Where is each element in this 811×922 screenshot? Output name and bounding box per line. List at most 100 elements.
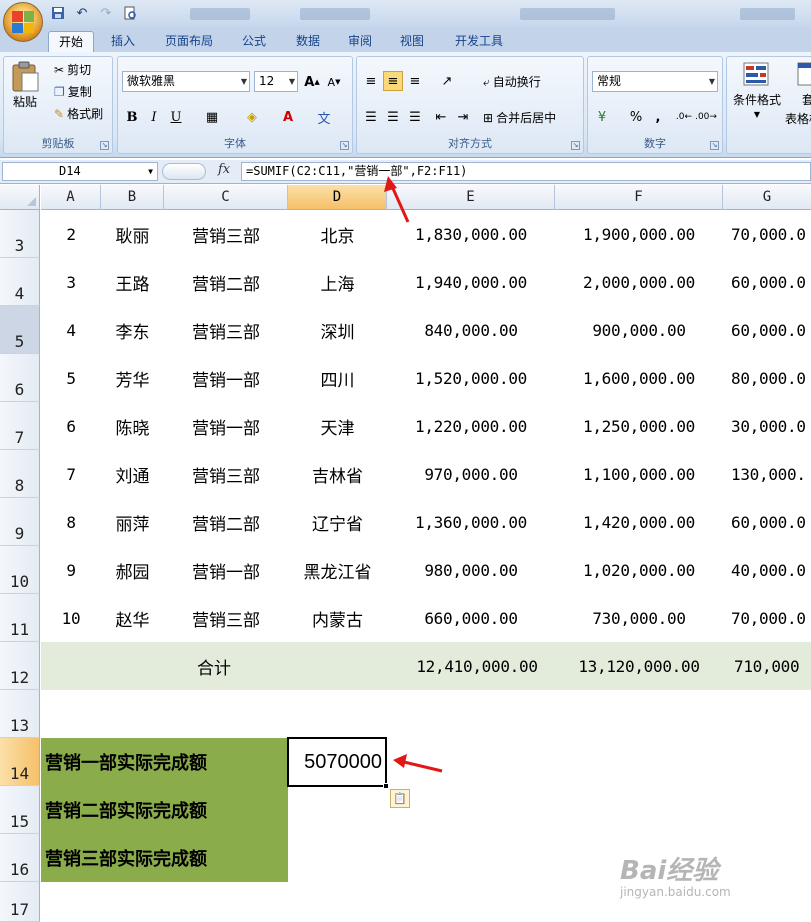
align-center-icon[interactable]: ☰ bbox=[383, 107, 403, 127]
table-cell[interactable]: 660,000.00 bbox=[387, 594, 555, 642]
row-header[interactable]: 12 bbox=[0, 642, 40, 690]
table-cell[interactable]: 北京 bbox=[288, 210, 387, 258]
alignment-launcher-icon[interactable]: ↘ bbox=[571, 141, 580, 150]
table-cell[interactable]: 1,420,000.00 bbox=[555, 498, 723, 546]
column-header-d[interactable]: D bbox=[288, 185, 387, 210]
clipboard-launcher-icon[interactable]: ↘ bbox=[100, 141, 109, 150]
office-button[interactable] bbox=[3, 2, 43, 42]
table-cell[interactable]: 730,000.00 bbox=[555, 594, 723, 642]
shrink-font-button[interactable]: A ▼ bbox=[324, 72, 344, 92]
column-header-c[interactable]: C bbox=[164, 185, 288, 210]
table-cell[interactable]: 900,000.00 bbox=[555, 306, 723, 354]
table-cell[interactable]: 1,360,000.00 bbox=[387, 498, 555, 546]
undo-icon[interactable]: ↶ bbox=[72, 4, 92, 22]
table-cell[interactable]: 营销二部 bbox=[164, 258, 288, 306]
table-cell[interactable]: 1,830,000.00 bbox=[387, 210, 555, 258]
table-cell[interactable]: 1,100,000.00 bbox=[555, 450, 723, 498]
table-cell[interactable]: 8 bbox=[41, 498, 101, 546]
font-family-select[interactable]: 微软雅黑 ▼ bbox=[122, 71, 250, 92]
font-size-select[interactable]: 12 ▼ bbox=[254, 71, 298, 92]
row-header[interactable]: 16 bbox=[0, 834, 40, 882]
total-e[interactable]: 12,410,000.00 bbox=[387, 642, 567, 690]
table-cell[interactable]: 营销三部 bbox=[164, 306, 288, 354]
font-launcher-icon[interactable]: ↘ bbox=[340, 141, 349, 150]
tab-insert[interactable]: 插入 bbox=[100, 31, 146, 52]
table-cell[interactable]: 芳华 bbox=[101, 354, 164, 402]
row-header[interactable]: 4 bbox=[0, 258, 40, 306]
table-cell[interactable]: 李东 bbox=[101, 306, 164, 354]
table-cell[interactable]: 1,520,000.00 bbox=[387, 354, 555, 402]
table-cell[interactable]: 9 bbox=[41, 546, 101, 594]
grow-font-button[interactable]: A ▲ bbox=[302, 72, 322, 92]
font-color-icon[interactable]: A bbox=[278, 107, 298, 127]
tab-view[interactable]: 视图 bbox=[390, 31, 434, 52]
orientation-icon[interactable]: ↗ bbox=[437, 71, 457, 91]
dept1-label-cell[interactable]: 营销一部实际完成额 bbox=[41, 738, 288, 786]
tab-developer[interactable]: 开发工具 bbox=[444, 31, 514, 52]
table-cell[interactable]: 3 bbox=[41, 258, 101, 306]
table-cell[interactable]: 王路 bbox=[101, 258, 164, 306]
align-bottom-icon[interactable]: ≡ bbox=[405, 71, 425, 91]
table-cell[interactable]: 1,940,000.00 bbox=[387, 258, 555, 306]
table-cell[interactable]: 970,000.00 bbox=[387, 450, 555, 498]
table-cell[interactable]: 130,000. bbox=[723, 450, 811, 498]
currency-icon[interactable]: ¥ bbox=[592, 107, 612, 127]
table-cell[interactable]: 2,000,000.00 bbox=[555, 258, 723, 306]
number-format-select[interactable]: 常规 ▼ bbox=[592, 71, 718, 92]
table-cell[interactable]: 840,000.00 bbox=[387, 306, 555, 354]
name-box[interactable]: D14 ▼ bbox=[2, 162, 158, 181]
table-cell[interactable]: 内蒙古 bbox=[288, 594, 387, 642]
row-header[interactable]: 8 bbox=[0, 450, 40, 498]
dept3-label-cell[interactable]: 营销三部实际完成额 bbox=[41, 834, 288, 882]
align-top-icon[interactable]: ≡ bbox=[361, 71, 381, 91]
italic-button[interactable]: I bbox=[144, 107, 164, 127]
table-cell[interactable]: 郝园 bbox=[101, 546, 164, 594]
table-cell[interactable]: 7 bbox=[41, 450, 101, 498]
paste-button[interactable]: 粘贴 bbox=[10, 61, 40, 110]
table-cell[interactable]: 10 bbox=[41, 594, 101, 642]
cut-button[interactable]: ✂ 剪切 bbox=[54, 61, 91, 78]
table-cell[interactable]: 黑龙江省 bbox=[288, 546, 387, 594]
redo-icon[interactable]: ↷ bbox=[96, 4, 116, 22]
table-cell[interactable]: 4 bbox=[41, 306, 101, 354]
table-cell[interactable]: 980,000.00 bbox=[387, 546, 555, 594]
table-cell[interactable]: 赵华 bbox=[101, 594, 164, 642]
active-cell-d14[interactable]: 5070000 bbox=[287, 737, 387, 787]
table-cell[interactable]: 40,000.0 bbox=[723, 546, 811, 594]
paste-options-icon[interactable]: 📋 bbox=[390, 789, 410, 808]
align-left-icon[interactable]: ☰ bbox=[361, 107, 381, 127]
phonetic-icon[interactable]: 文 bbox=[314, 107, 334, 127]
fill-color-icon[interactable]: ◈ bbox=[242, 107, 262, 127]
column-header-g[interactable]: G bbox=[723, 185, 811, 210]
table-cell[interactable]: 四川 bbox=[288, 354, 387, 402]
column-header-b[interactable]: B bbox=[101, 185, 164, 210]
table-cell[interactable]: 营销三部 bbox=[164, 594, 288, 642]
table-cell[interactable]: 1,020,000.00 bbox=[555, 546, 723, 594]
row-header[interactable]: 13 bbox=[0, 690, 40, 738]
table-cell[interactable]: 上海 bbox=[288, 258, 387, 306]
row-header[interactable]: 11 bbox=[0, 594, 40, 642]
table-cell[interactable]: 营销一部 bbox=[164, 354, 288, 402]
table-cell[interactable]: 营销一部 bbox=[164, 402, 288, 450]
borders-icon[interactable]: ▦ bbox=[202, 107, 222, 127]
row-header[interactable]: 17 bbox=[0, 882, 40, 922]
comma-style-button[interactable]: , bbox=[648, 107, 668, 127]
decrease-indent-icon[interactable]: ⇤ bbox=[431, 107, 451, 127]
table-cell[interactable]: 1,220,000.00 bbox=[387, 402, 555, 450]
table-cell[interactable]: 营销三部 bbox=[164, 210, 288, 258]
copy-button[interactable]: ❐ 复制 bbox=[54, 83, 92, 100]
select-all-button[interactable] bbox=[0, 185, 40, 210]
dept2-label-cell[interactable]: 营销二部实际完成额 bbox=[41, 786, 288, 834]
table-cell[interactable]: 耿丽 bbox=[101, 210, 164, 258]
table-cell[interactable]: 深圳 bbox=[288, 306, 387, 354]
number-launcher-icon[interactable]: ↘ bbox=[710, 141, 719, 150]
table-cell[interactable]: 60,000.0 bbox=[723, 306, 811, 354]
row-header[interactable]: 3 bbox=[0, 210, 40, 258]
bold-button[interactable]: B bbox=[122, 107, 142, 127]
conditional-formatting-button[interactable]: 条件格式 ▼ bbox=[733, 61, 781, 119]
table-cell[interactable]: 70,000.0 bbox=[723, 594, 811, 642]
formula-expand-icon[interactable] bbox=[162, 163, 206, 180]
table-cell[interactable]: 6 bbox=[41, 402, 101, 450]
tab-formulas[interactable]: 公式 bbox=[232, 31, 276, 52]
table-cell[interactable]: 丽萍 bbox=[101, 498, 164, 546]
